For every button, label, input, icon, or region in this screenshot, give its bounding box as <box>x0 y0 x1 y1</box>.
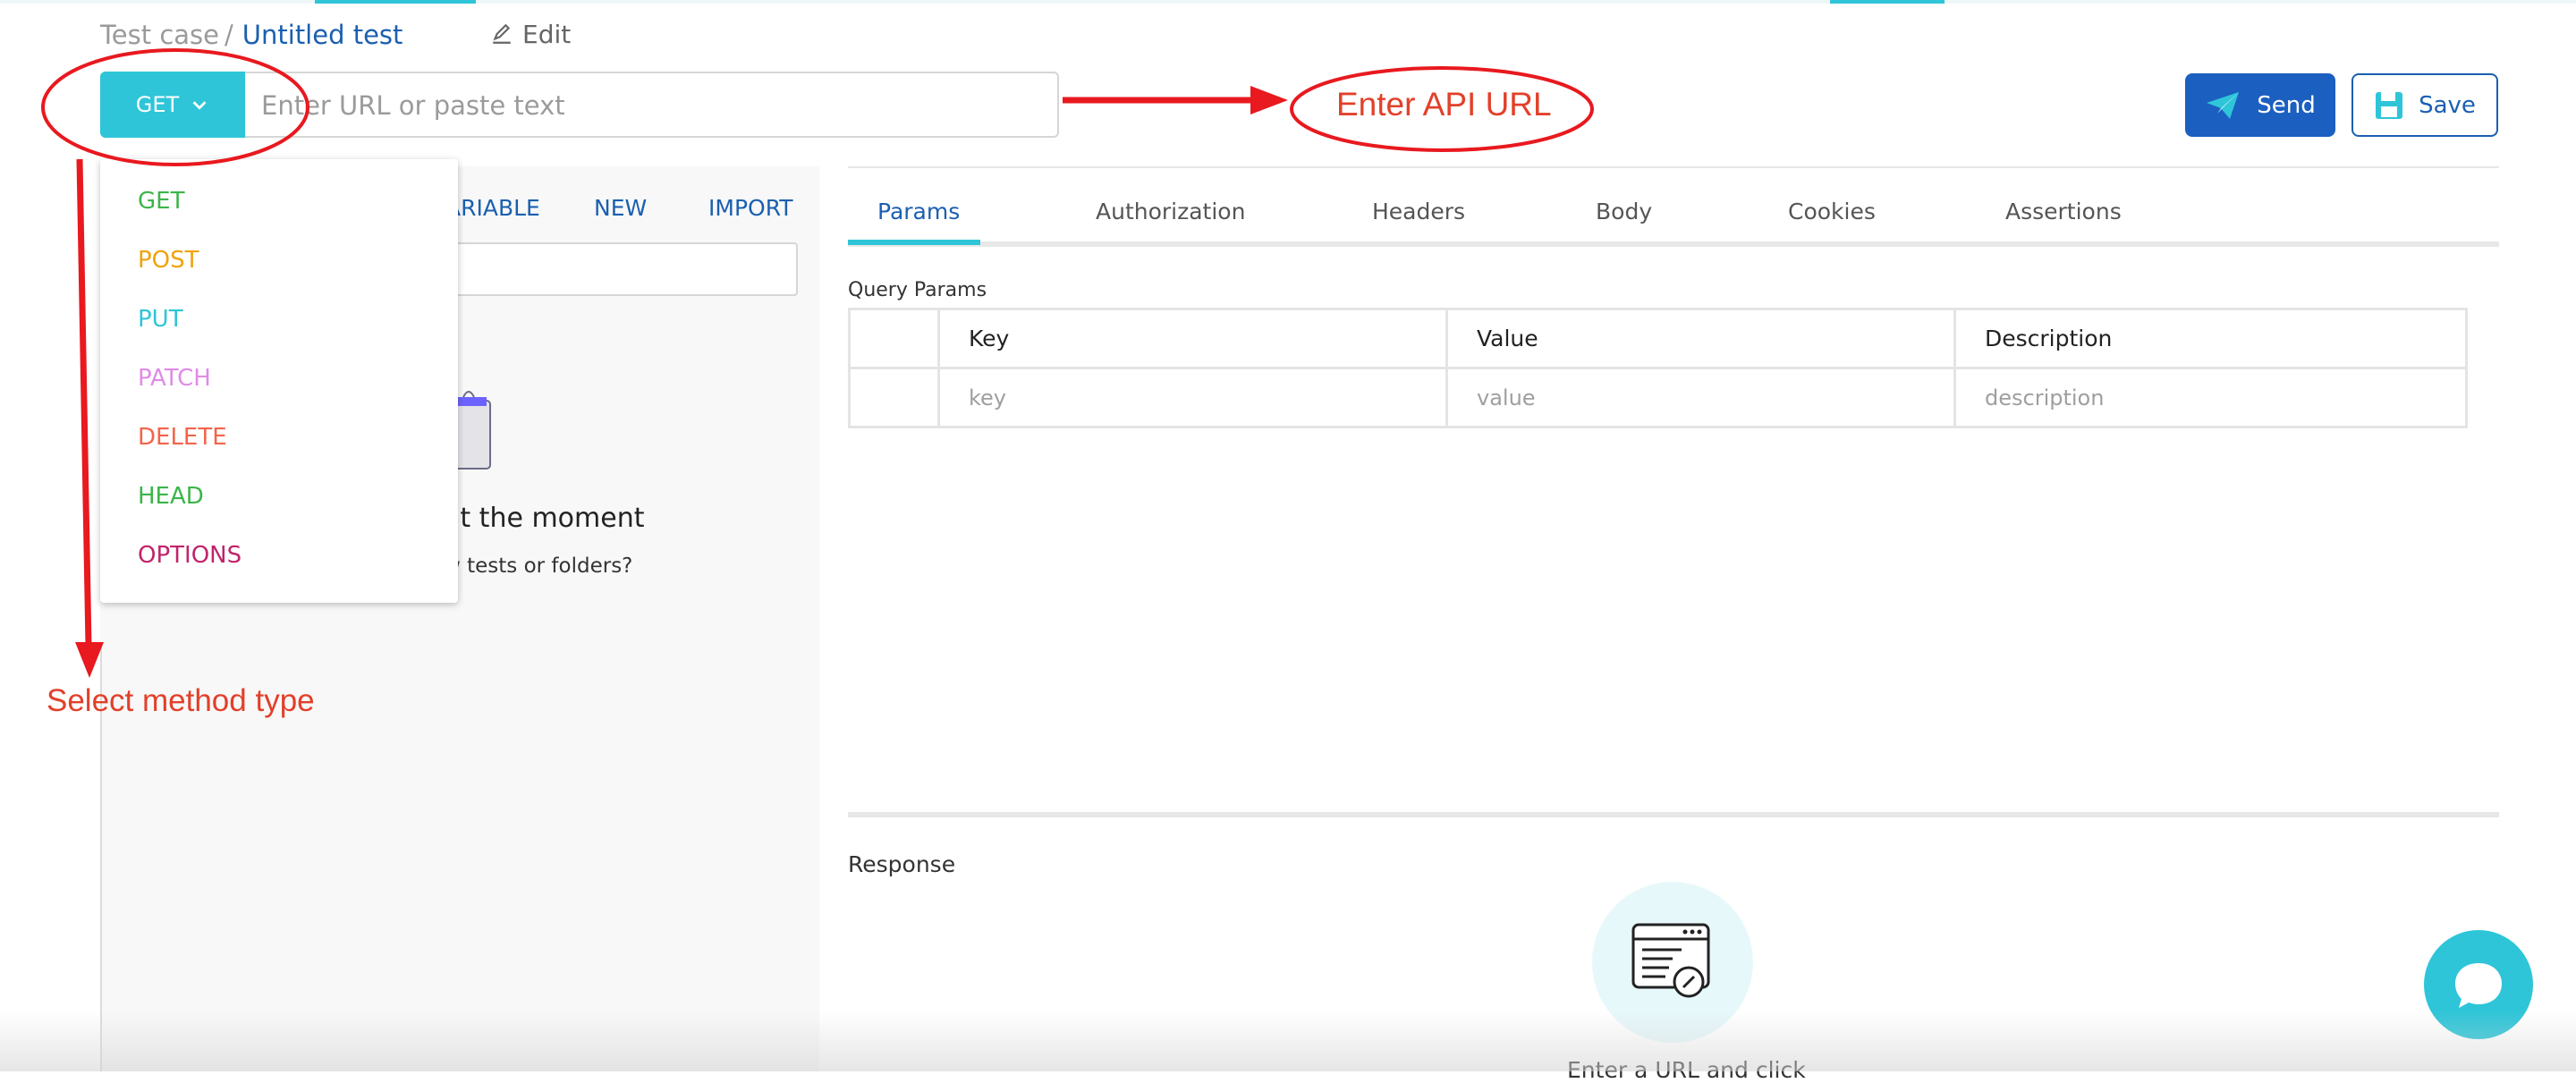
method-option-head[interactable]: HEAD <box>138 483 204 510</box>
floppy-disk-icon <box>2376 91 2403 119</box>
query-params-label: Query Params <box>848 279 987 301</box>
left-tab-import[interactable]: IMPORT <box>708 195 793 221</box>
method-option-patch[interactable]: PATCH <box>138 365 211 392</box>
row-checkbox-cell[interactable] <box>848 367 940 428</box>
table-header-row: Key Value Description <box>848 308 2468 369</box>
save-label: Save <box>2419 91 2476 119</box>
query-params-table: Key Value Description key value descript… <box>848 308 2468 428</box>
browser-code-icon <box>1631 923 1710 998</box>
tab-params[interactable]: Params <box>877 199 960 224</box>
method-option-get[interactable]: GET <box>138 188 184 215</box>
tab-cookies[interactable]: Cookies <box>1788 199 1876 224</box>
response-hint: Enter a URL and click <box>1567 1057 1806 1083</box>
column-header-value: Value <box>1445 308 1956 369</box>
breadcrumb: Test case / Untitled test <box>100 20 402 50</box>
chat-bubble-icon <box>2455 963 2502 1008</box>
method-option-delete[interactable]: DELETE <box>138 424 227 451</box>
breadcrumb-separator: / <box>225 20 233 50</box>
response-label: Response <box>848 851 956 877</box>
paper-plane-icon <box>2207 91 2240 119</box>
tab-authorization[interactable]: Authorization <box>1096 199 1245 224</box>
left-search-input[interactable] <box>447 242 798 296</box>
method-option-options[interactable]: OPTIONS <box>138 542 242 569</box>
tab-assertions[interactable]: Assertions <box>2005 199 2122 224</box>
tabs-track <box>848 241 2499 247</box>
checkbox-column-header <box>848 308 940 369</box>
url-callout-arrowhead <box>1250 86 1288 114</box>
send-label: Send <box>2257 91 2316 119</box>
method-callout-label: Select method type <box>47 683 315 718</box>
description-input[interactable]: description <box>1953 367 2468 428</box>
save-button[interactable]: Save <box>2351 73 2498 137</box>
method-select-label: GET <box>135 92 180 117</box>
chat-button[interactable] <box>2424 930 2533 1039</box>
url-input[interactable] <box>259 82 1050 129</box>
breadcrumb-root[interactable]: Test case <box>100 20 219 50</box>
table-row: key value description <box>848 367 2468 428</box>
tab-headers[interactable]: Headers <box>1372 199 1465 224</box>
breadcrumb-current: Untitled test <box>242 20 403 50</box>
url-callout-label: Enter API URL <box>1336 86 1552 123</box>
edit-button[interactable]: Edit <box>490 20 571 49</box>
top-highlight-mark <box>315 0 476 4</box>
pencil-icon <box>493 23 511 44</box>
method-callout-arrow <box>76 158 92 647</box>
value-input[interactable]: value <box>1445 367 1956 428</box>
method-select-button[interactable]: GET <box>100 72 245 138</box>
left-tab-variable[interactable]: ARIABLE <box>445 195 540 221</box>
response-divider <box>848 812 2499 817</box>
edit-label: Edit <box>522 20 572 49</box>
method-dropdown: GET POST PUT PATCH DELETE HEAD OPTIONS <box>100 159 458 603</box>
tab-body[interactable]: Body <box>1596 199 1652 224</box>
empty-state-subtitle[interactable]: w tests or folders? <box>444 554 632 578</box>
method-option-post[interactable]: POST <box>138 247 199 274</box>
active-tab-indicator <box>848 240 980 245</box>
top-highlight-mark <box>1830 0 1945 4</box>
column-header-description: Description <box>1953 308 2468 369</box>
send-button[interactable]: Send <box>2185 73 2335 137</box>
column-header-key: Key <box>937 308 1448 369</box>
header-divider <box>848 166 2499 168</box>
method-option-put[interactable]: PUT <box>138 306 183 333</box>
chevron-down-icon <box>192 101 207 110</box>
key-input[interactable]: key <box>937 367 1448 428</box>
empty-state-title: at the moment <box>444 503 645 534</box>
left-tab-new[interactable]: NEW <box>594 195 647 221</box>
